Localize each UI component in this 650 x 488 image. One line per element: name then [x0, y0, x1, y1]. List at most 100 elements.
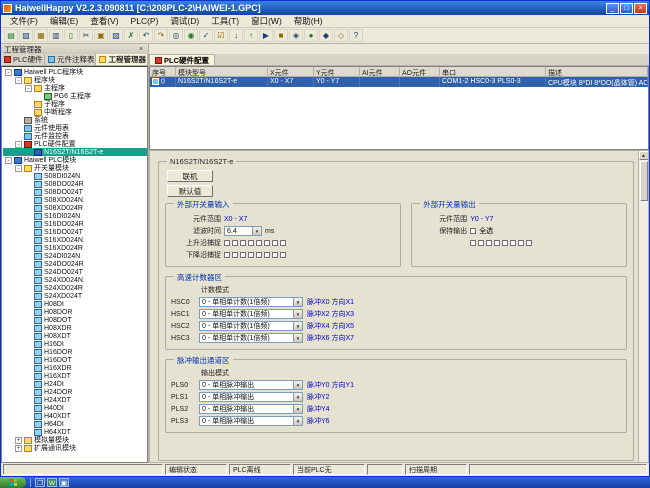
config-scrollbar[interactable]: ▲: [638, 151, 648, 462]
tree-expander-icon[interactable]: [25, 181, 32, 188]
rising-edge-checkbox[interactable]: [232, 240, 238, 246]
tree-item[interactable]: - Haiwell PLC程序块: [3, 68, 147, 76]
chevron-down-icon[interactable]: ▼: [293, 417, 302, 425]
chevron-down-icon[interactable]: ▼: [293, 393, 302, 401]
hsc-mode-select[interactable]: 0 - 单相单计数(1倍频) ▼: [199, 333, 303, 343]
falling-edge-checkbox[interactable]: [240, 252, 246, 258]
tree-item[interactable]: S16XD024R: [3, 244, 147, 252]
tree-item[interactable]: - PLC硬件配置: [3, 140, 147, 148]
tree-expander-icon[interactable]: [25, 173, 32, 180]
tree-expander-icon[interactable]: [15, 125, 22, 132]
tree-expander-icon[interactable]: [25, 149, 32, 156]
copy-icon[interactable]: ▣: [94, 29, 108, 42]
tree-expander-icon[interactable]: +: [15, 445, 22, 452]
rising-edge-checkbox[interactable]: [256, 240, 262, 246]
tree-item[interactable]: S16XD024N: [3, 236, 147, 244]
online-icon[interactable]: ●: [304, 29, 318, 42]
tree-expander-icon[interactable]: [25, 221, 32, 228]
network-icon[interactable]: ◆: [319, 29, 333, 42]
tree-expander-icon[interactable]: -: [5, 69, 12, 76]
redo-icon[interactable]: ↷: [154, 29, 168, 42]
chevron-down-icon[interactable]: ▼: [293, 381, 302, 389]
chevron-down-icon[interactable]: ▼: [293, 405, 302, 413]
table-row[interactable]: 0N16S2T/N16S2T-eX0 - X7Y0 - Y7COM1-2 HSC…: [150, 77, 648, 87]
rising-edge-checkbox[interactable]: [248, 240, 254, 246]
tree-expander-icon[interactable]: [25, 429, 32, 436]
monitor-icon[interactable]: ◈: [289, 29, 303, 42]
select-all-checkbox[interactable]: [470, 228, 476, 234]
tree-item[interactable]: + 模拟量模块: [3, 436, 147, 444]
tree-item[interactable]: 元件监控表: [3, 132, 147, 140]
save-icon[interactable]: ▦: [34, 29, 48, 42]
menu-item[interactable]: PLC(P): [125, 16, 165, 26]
tree-expander-icon[interactable]: [15, 133, 22, 140]
tree-expander-icon[interactable]: [25, 277, 32, 284]
rising-edge-checkbox[interactable]: [264, 240, 270, 246]
tab-component-comments[interactable]: 元件注释表: [45, 54, 97, 65]
hold-output-checkbox[interactable]: [486, 240, 492, 246]
tree-item[interactable]: H16XDT: [3, 372, 147, 380]
tree-expander-icon[interactable]: [25, 109, 32, 116]
tree-expander-icon[interactable]: [25, 293, 32, 300]
hsc-mode-select[interactable]: 0 - 单相单计数(1倍频) ▼: [199, 309, 303, 319]
tree-expander-icon[interactable]: [25, 213, 32, 220]
tree-item[interactable]: H64XDT: [3, 428, 147, 436]
online-button[interactable]: 联机: [167, 170, 213, 182]
tree-expander-icon[interactable]: [25, 421, 32, 428]
tree-item[interactable]: S08DI024N: [3, 172, 147, 180]
tree-item[interactable]: S16DI024N: [3, 212, 147, 220]
tree-expander-icon[interactable]: [25, 189, 32, 196]
tree-item[interactable]: - 开关量模块: [3, 164, 147, 172]
tree-item[interactable]: H08DOT: [3, 316, 147, 324]
tree-expander-icon[interactable]: -: [5, 157, 12, 164]
tree-expander-icon[interactable]: [25, 269, 32, 276]
tree-expander-icon[interactable]: +: [15, 437, 22, 444]
falling-edge-checkbox[interactable]: [272, 252, 278, 258]
minimize-button[interactable]: _: [606, 3, 619, 14]
dock-close-icon[interactable]: ×: [137, 46, 145, 53]
compile-all-icon[interactable]: ☑: [214, 29, 228, 42]
tree-expander-icon[interactable]: [25, 373, 32, 380]
tree-expander-icon[interactable]: [15, 117, 22, 124]
falling-edge-checkbox[interactable]: [280, 252, 286, 258]
tab-project-manager[interactable]: 工程管理器: [96, 54, 148, 65]
tree-item[interactable]: H16DOT: [3, 356, 147, 364]
tree-item[interactable]: S24XD024N: [3, 276, 147, 284]
menu-item[interactable]: 窗口(W): [245, 15, 288, 27]
hold-output-checkbox[interactable]: [494, 240, 500, 246]
hold-output-checkbox[interactable]: [502, 240, 508, 246]
menu-item[interactable]: 工具(T): [205, 15, 245, 27]
tree-item[interactable]: S24DO024R: [3, 260, 147, 268]
tree-item[interactable]: S08DO024R: [3, 180, 147, 188]
upload-icon[interactable]: ↑: [244, 29, 258, 42]
run-icon[interactable]: ▶: [259, 29, 273, 42]
tree-item[interactable]: S16DO024T: [3, 228, 147, 236]
tree-expander-icon[interactable]: [25, 413, 32, 420]
chevron-down-icon[interactable]: ▼: [293, 298, 302, 306]
tree-expander-icon[interactable]: [25, 285, 32, 292]
tree-item[interactable]: H16DI: [3, 340, 147, 348]
tree-expander-icon[interactable]: [25, 381, 32, 388]
tree-expander-icon[interactable]: [25, 237, 32, 244]
menu-item[interactable]: 编辑(E): [44, 15, 84, 27]
tree-expander-icon[interactable]: [25, 309, 32, 316]
pls-mode-select[interactable]: 0 - 单相脉冲输出 ▼: [199, 416, 303, 426]
tree-item[interactable]: S24DO024T: [3, 268, 147, 276]
show-desktop-icon[interactable]: ❐: [35, 478, 45, 487]
tree-expander-icon[interactable]: [25, 205, 32, 212]
tree-expander-icon[interactable]: [25, 253, 32, 260]
word-icon[interactable]: W: [47, 478, 57, 487]
falling-edge-checkbox[interactable]: [248, 252, 254, 258]
cut-icon[interactable]: ✂: [79, 29, 93, 42]
tree-expander-icon[interactable]: [25, 389, 32, 396]
menu-item[interactable]: 查看(V): [84, 15, 124, 27]
compile-icon[interactable]: ✓: [199, 29, 213, 42]
scrollbar-thumb[interactable]: [640, 161, 648, 201]
tree-expander-icon[interactable]: -: [15, 141, 22, 148]
tree-item[interactable]: H08XDT: [3, 332, 147, 340]
tree-item[interactable]: - 主程序: [3, 84, 147, 92]
tree-item[interactable]: H40XDT: [3, 412, 147, 420]
menu-item[interactable]: 文件(F): [4, 15, 44, 27]
tree-item[interactable]: H08DI: [3, 300, 147, 308]
hold-output-checkbox[interactable]: [510, 240, 516, 246]
